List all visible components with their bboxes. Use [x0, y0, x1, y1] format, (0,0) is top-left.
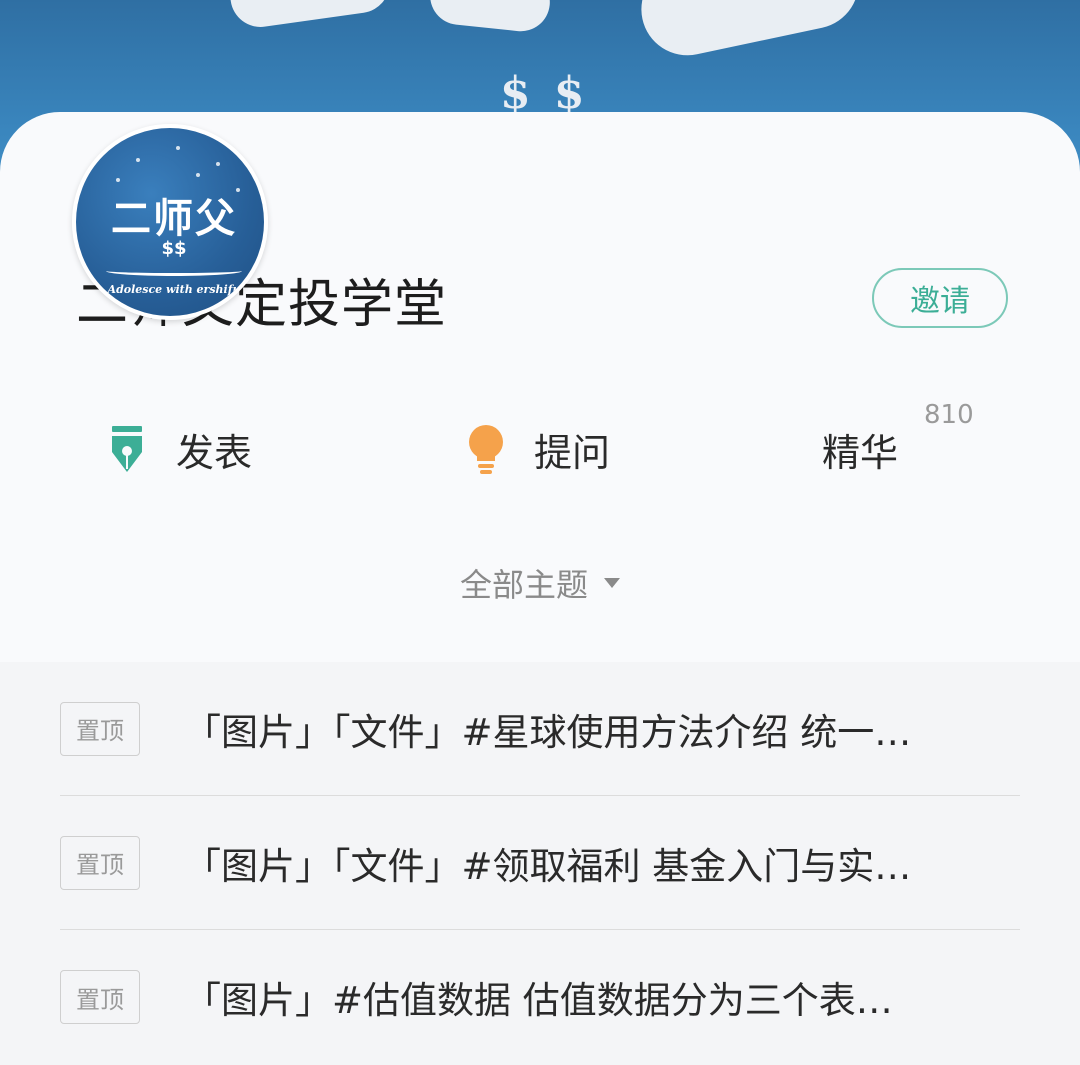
post-list: 置顶 「图片」「文件」#星球使用方法介绍 统一… 置顶 「图片」「文件」#领取福… [0, 662, 1080, 1065]
pinned-tag: 置顶 [60, 970, 140, 1024]
invite-button[interactable]: 邀请 [872, 268, 1008, 328]
group-info-card: 二师父 $$ Adolesce with ershifu 二师父定投学堂 邀请 … [0, 112, 1080, 662]
lightbulb-icon [468, 424, 504, 475]
avatar-dollars: $$ [161, 238, 187, 259]
best-label: 精华 [822, 431, 899, 475]
post-title: 「图片」「文件」#领取福利 基金入门与实… [184, 844, 912, 888]
topic-filter-dropdown[interactable]: 全部主题 [0, 560, 1080, 606]
best-action[interactable]: 精华 810 [822, 400, 974, 477]
pinned-tag: 置顶 [60, 701, 140, 756]
post-action[interactable]: 发表 [108, 422, 252, 477]
list-item[interactable]: 置顶 「图片」「文件」#星球使用方法介绍 统一… [60, 662, 1020, 796]
pen-nib-icon [108, 425, 146, 474]
book-icon [106, 266, 242, 276]
list-item[interactable]: 置顶 「图片」「文件」#领取福利 基金入门与实… [60, 796, 1020, 930]
banner-decoration [632, 0, 868, 64]
banner-decoration [427, 0, 553, 35]
post-title: 「图片」#估值数据 估值数据分为三个表… [184, 979, 893, 1022]
best-count-badge: 810 [924, 400, 974, 430]
post-title: 「图片」「文件」#星球使用方法介绍 统一… [184, 710, 912, 754]
group-avatar[interactable]: 二师父 $$ Adolesce with ershifu [72, 124, 268, 320]
post-label: 发表 [176, 431, 253, 475]
ask-action[interactable]: 提问 [468, 422, 610, 477]
avatar-title: 二师父 [111, 195, 237, 242]
list-item[interactable]: 置顶 「图片」#估值数据 估值数据分为三个表… [60, 930, 1020, 1064]
caret-down-icon [604, 578, 620, 588]
topic-filter-label: 全部主题 [459, 566, 588, 604]
banner-decoration [226, 0, 394, 31]
ask-label: 提问 [534, 431, 611, 475]
avatar-subtitle: Adolesce with ershifu [107, 283, 241, 296]
pinned-tag: 置顶 [60, 835, 140, 890]
